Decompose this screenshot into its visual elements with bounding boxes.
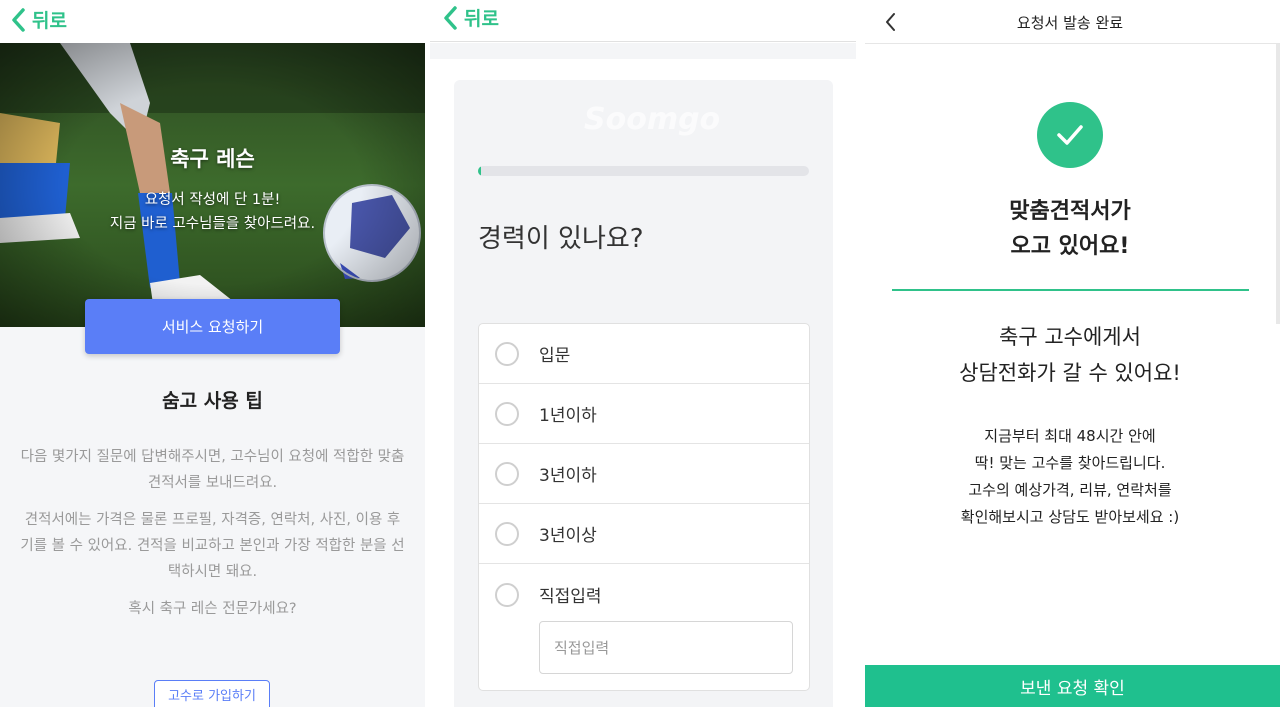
view-sent-request-button[interactable]: 보낸 요청 확인 — [865, 665, 1280, 707]
scrollbar[interactable] — [1276, 44, 1280, 324]
option-direct-input[interactable]: 직접입력 — [479, 564, 809, 690]
back-label: 뒤로 — [32, 10, 67, 32]
option-label: 3년이상 — [539, 526, 597, 546]
body-text-line1: 지금부터 최대 48시간 안에 — [984, 427, 1156, 445]
chevron-left-icon — [444, 5, 457, 30]
success-badge — [1037, 102, 1103, 168]
subheading-line1: 축구 고수에게서 — [999, 325, 1141, 349]
option-label: 입문 — [539, 346, 571, 366]
join-as-pro-button[interactable]: 고수로 가입하기 — [154, 680, 270, 707]
service-request-button[interactable]: 서비스 요청하기 — [85, 299, 340, 354]
hero-photo — [0, 43, 425, 327]
tips-paragraph-1: 다음 몇가지 질문에 답변해주시면, 고수님이 요청에 적합한 맞춤 견적서를 … — [20, 449, 405, 491]
radio-unchecked-icon[interactable] — [495, 461, 519, 486]
option-label: 1년이하 — [539, 406, 597, 426]
option-over-3-years[interactable]: 3년이상 — [479, 504, 809, 564]
option-under-3-years[interactable]: 3년이하 — [479, 444, 809, 504]
hero-subtitle-line1: 요청서 작성에 단 1분! — [144, 192, 281, 208]
headline-line1: 맞춤견적서가 — [1009, 199, 1131, 224]
screen-request-sent: 요청서 발송 완료 맞춤견적서가 오고 있어요! 축구 고수에게서 상담전화가 … — [865, 0, 1280, 707]
header-shadow-strip — [430, 43, 856, 59]
divider — [892, 289, 1249, 291]
progress-bar — [478, 166, 809, 176]
direct-input-field[interactable] — [539, 621, 793, 674]
question-title: 경력이 있나요? — [478, 224, 644, 254]
hero-subtitle-line2: 지금 바로 고수님들을 찾아드려요. — [109, 216, 316, 232]
header-bar: 뒤로 — [430, 0, 856, 42]
tips-paragraph-2: 견적서에는 가격은 물론 프로필, 자격증, 연락처, 사진, 이용 후기를 볼… — [20, 512, 405, 580]
headline-line2: 오고 있어요! — [1010, 234, 1130, 259]
screen-question: 뒤로 Soomgo 경력이 있나요? 입문 1년이하 3년이하 3년이상 직접입… — [430, 0, 856, 707]
chevron-left-icon — [12, 7, 25, 32]
question-card: Soomgo 경력이 있나요? 입문 1년이하 3년이하 3년이상 직접입력 직… — [454, 80, 833, 707]
option-under-1-year[interactable]: 1년이하 — [479, 384, 809, 444]
hero-title: 축구 레슨 — [170, 147, 255, 171]
tips-paragraph-3: 혹시 축구 레슨 전문가세요? — [128, 601, 297, 617]
progress-fill — [478, 166, 482, 176]
option-list: 입문 1년이하 3년이하 3년이상 직접입력 — [478, 323, 810, 691]
back-button[interactable]: 뒤로 — [442, 4, 499, 31]
header-bar: 요청서 발송 완료 — [865, 0, 1280, 44]
body-text-line2: 딱! 맞는 고수를 찾아드립니다. — [974, 454, 1166, 472]
body-text-line3: 고수의 예상가격, 리뷰, 연락처를 — [968, 481, 1172, 499]
screen-landing: 뒤로 축구 레슨 요청서 작성에 단 1분! 지금 바로 고수님들을 찾아드려요… — [0, 0, 425, 707]
page-title: 요청서 발송 완료 — [1016, 14, 1124, 32]
tips-title: 숨고 사용 팁 — [162, 390, 263, 412]
option-label: 3년이하 — [539, 466, 597, 486]
subheading-line2: 상담전화가 갈 수 있어요! — [959, 361, 1181, 385]
option-label: 직접입력 — [539, 587, 602, 607]
brand-watermark: Soomgo — [584, 102, 721, 137]
hero-image: 축구 레슨 요청서 작성에 단 1분! 지금 바로 고수님들을 찾아드려요. — [0, 43, 425, 327]
header-bar: 뒤로 — [0, 0, 425, 43]
body-text-line4: 확인해보시고 상담도 받아보세요 :) — [960, 508, 1180, 526]
option-beginner[interactable]: 입문 — [479, 324, 809, 384]
radio-unchecked-icon[interactable] — [495, 582, 519, 607]
radio-unchecked-icon[interactable] — [495, 521, 519, 546]
back-button[interactable]: 뒤로 — [10, 6, 67, 33]
radio-unchecked-icon[interactable] — [495, 341, 519, 366]
check-icon — [1057, 125, 1083, 145]
radio-unchecked-icon[interactable] — [495, 401, 519, 426]
back-label: 뒤로 — [464, 8, 499, 30]
